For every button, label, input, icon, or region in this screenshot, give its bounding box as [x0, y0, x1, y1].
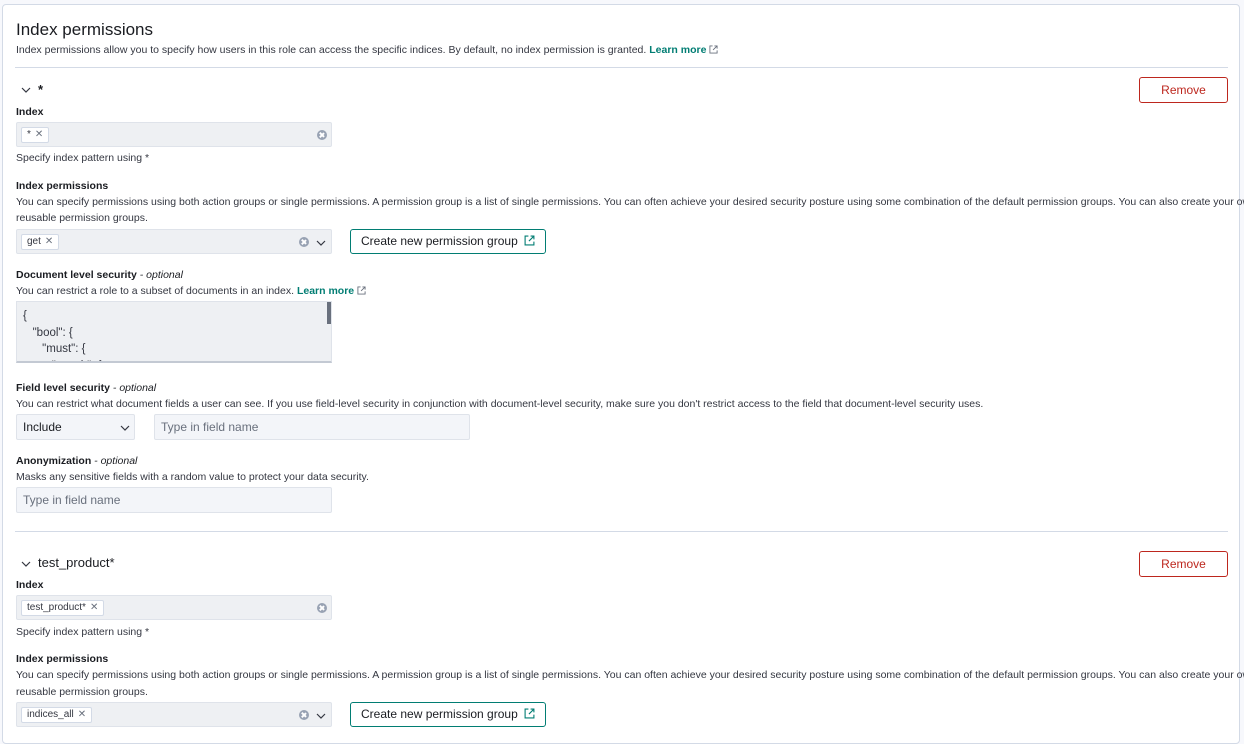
index-label: Index — [16, 579, 44, 591]
clear-icon[interactable] — [299, 710, 309, 720]
permissions-combobox[interactable]: indices_all ✕ — [16, 702, 332, 727]
dls-code: { "bool": { "must": { "match": { — [23, 310, 101, 361]
anonymization-label: Anonymization - optional — [16, 455, 138, 467]
index-help-text: Specify index pattern using * — [16, 626, 150, 638]
remove-button[interactable]: Remove — [1139, 551, 1228, 577]
section-title-wildcard[interactable]: * — [38, 82, 43, 97]
external-link-icon — [709, 45, 718, 54]
fls-field-input[interactable]: Type in field name — [154, 414, 470, 440]
fls-mode-value: Include — [23, 420, 62, 434]
index-chip: test_product* ✕ — [21, 600, 105, 616]
index-permissions-desc-1: You can specify permissions using both a… — [16, 196, 1244, 208]
index-help-text: Specify index pattern using * — [16, 152, 150, 164]
index-permissions-label: Index permissions — [16, 180, 109, 192]
chevron-down-icon[interactable] — [21, 559, 31, 569]
index-permissions-desc-1: You can specify permissions using both a… — [16, 669, 1244, 681]
create-permission-group-button[interactable]: Create new permission group — [350, 229, 546, 254]
permission-chip: get ✕ — [21, 234, 60, 250]
remove-chip-icon[interactable]: ✕ — [35, 129, 43, 140]
anonymization-field-input[interactable]: Type in field name — [16, 487, 332, 513]
page-title: Index permissions — [16, 20, 154, 39]
chevron-down-icon — [120, 425, 130, 431]
chevron-down-icon[interactable] — [316, 238, 326, 248]
remove-chip-icon[interactable]: ✕ — [78, 709, 86, 720]
index-combobox[interactable]: test_product* ✕ — [16, 595, 332, 620]
index-combobox[interactable]: * ✕ — [16, 122, 332, 147]
create-permission-group-button[interactable]: Create new permission group — [350, 702, 546, 727]
dls-label: Document level security - optional — [16, 269, 183, 281]
clear-icon[interactable] — [317, 603, 327, 613]
remove-button[interactable]: Remove — [1139, 77, 1228, 103]
fls-description: You can restrict what document fields a … — [16, 398, 984, 410]
section-title-test-product[interactable]: test_product* — [38, 555, 115, 570]
chevron-down-icon[interactable] — [316, 711, 326, 721]
page-description-text: Index permissions allow you to specify h… — [16, 44, 647, 56]
anonymization-description: Masks any sensitive fields with a random… — [16, 471, 369, 483]
section-divider — [15, 531, 1228, 532]
index-chip: * ✕ — [21, 127, 50, 143]
dls-code-editor[interactable]: { "bool": { "must": { "match": { — [16, 301, 332, 363]
index-label: Index — [16, 106, 44, 118]
clear-icon[interactable] — [299, 237, 309, 247]
header-divider — [15, 67, 1228, 68]
external-link-icon — [524, 235, 535, 246]
remove-chip-icon[interactable]: ✕ — [45, 236, 53, 247]
external-link-icon — [524, 708, 535, 719]
index-permissions-desc-2: reusable permission groups. — [16, 686, 148, 698]
dls-learn-more-link[interactable]: Learn more — [297, 285, 366, 297]
remove-chip-icon[interactable]: ✕ — [90, 602, 98, 613]
fls-label: Field level security - optional — [16, 382, 157, 394]
external-link-icon — [357, 286, 366, 295]
permission-chip: indices_all ✕ — [21, 707, 93, 723]
page-description: Index permissions allow you to specify h… — [16, 44, 718, 56]
permissions-combobox[interactable]: get ✕ — [16, 229, 332, 254]
index-permissions-desc-2: reusable permission groups. — [16, 212, 148, 224]
index-permissions-label: Index permissions — [16, 653, 109, 665]
clear-icon[interactable] — [317, 130, 327, 140]
scrollbar[interactable] — [327, 302, 331, 324]
dls-description: You can restrict a role to a subset of d… — [16, 285, 366, 297]
chevron-down-icon[interactable] — [21, 85, 31, 95]
fls-mode-select[interactable]: Include — [16, 414, 135, 440]
learn-more-link[interactable]: Learn more — [649, 44, 718, 56]
index-permissions-panel: Index permissions Index permissions allo… — [2, 4, 1244, 744]
